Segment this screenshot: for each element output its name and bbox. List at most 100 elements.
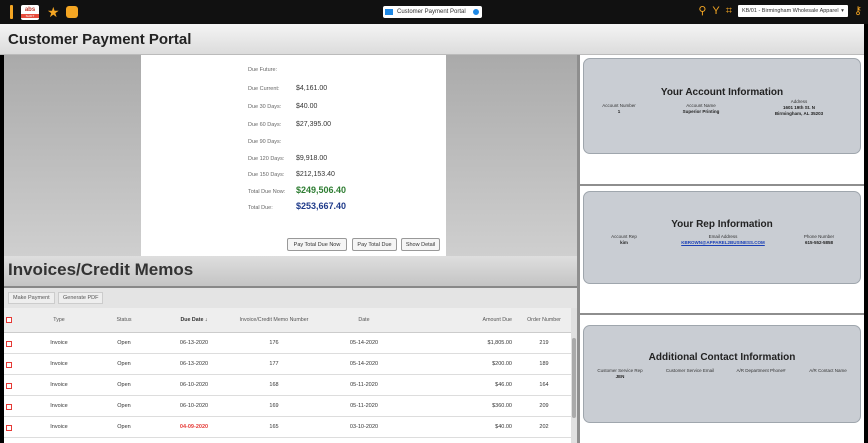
- select-all-checkbox[interactable]: [6, 317, 12, 323]
- top-bar: abs SHIFT ★ Customer Payment Portal ⚲ Y …: [0, 0, 868, 24]
- show-detail-button[interactable]: Show Detail: [401, 238, 440, 251]
- cell-status: Open: [117, 403, 131, 409]
- cell-type: Invoice: [50, 340, 68, 346]
- cell-date: 05-11-2020: [350, 403, 378, 409]
- due-row: Due 90 Days:: [248, 139, 296, 145]
- table-row[interactable]: Invoice Open 04-09-2020 165 03-10-2020 $…: [4, 418, 571, 438]
- cell-date: 05-14-2020: [349, 340, 379, 346]
- invoices-header: Invoices/Credit Memos: [4, 256, 577, 288]
- divider: [580, 313, 867, 315]
- due-label: Due 90 Days:: [248, 139, 282, 145]
- title-bar: Customer Payment Portal: [0, 24, 868, 55]
- row-checkbox[interactable]: [6, 361, 12, 368]
- cell-date: 05-11-2020: [350, 382, 378, 388]
- due-label: Due Current:: [248, 86, 280, 92]
- table-row[interactable]: Invoice Open 06-10-2020 169 05-11-2020 $…: [4, 397, 571, 417]
- rep-email-link[interactable]: KBROWN@APPAREL2BUSINESS.COM: [668, 240, 778, 246]
- search-icon[interactable]: ⚲: [698, 4, 706, 18]
- window-edge: [864, 24, 868, 443]
- pay-total-due-button[interactable]: Pay Total Due: [352, 238, 397, 251]
- address-line2: Birmingham, AL 35203: [774, 111, 824, 116]
- rep-info-panel: Your Rep Information Account Rep kim Ema…: [583, 191, 861, 284]
- make-payment-button[interactable]: Make Payment: [8, 292, 55, 304]
- cell-date: 05-14-2020: [349, 361, 379, 367]
- cell-due-date: 06-10-2020: [179, 382, 209, 388]
- settings-gear-icon[interactable]: [471, 8, 480, 16]
- account-info-panel: Your Account Information Account Number …: [583, 58, 861, 154]
- account-name-value: Superior Printing: [682, 109, 720, 114]
- account-name: Account Name Superior Printing: [666, 103, 736, 115]
- column-header-date[interactable]: Date: [314, 308, 414, 332]
- cell-type: Invoice: [50, 403, 68, 409]
- logo-subtext: SHIFT: [21, 13, 39, 18]
- menu-icon[interactable]: [10, 5, 13, 19]
- column-header-status[interactable]: Status: [94, 308, 154, 332]
- due-row-total-now: Total Due Now: $249,506.40: [248, 185, 346, 195]
- due-label: Due 30 Days:: [248, 104, 282, 110]
- account-info-title: Your Account Information: [660, 87, 784, 98]
- row-checkbox[interactable]: [6, 382, 12, 389]
- scrollbar-thumb[interactable]: [572, 338, 576, 418]
- column-header-invoice-number[interactable]: Invoice/Credit Memo Number: [234, 308, 314, 332]
- total-due-now-value: $249,506.40: [296, 185, 347, 195]
- favorites-star-icon[interactable]: ★: [47, 5, 60, 19]
- key-icon[interactable]: ⚷: [854, 4, 862, 18]
- cell-order-number: 189: [539, 361, 549, 367]
- generate-pdf-button[interactable]: Generate PDF: [58, 292, 104, 304]
- contact-service-email: Customer Service Email: [658, 368, 722, 374]
- due-value: $4,161.00: [296, 85, 328, 92]
- sitemap-icon[interactable]: ⌗: [726, 4, 732, 18]
- company-select[interactable]: KB/01 - Birmingham Wholesale Apparel ▾: [737, 5, 848, 17]
- due-row: Due 60 Days: $27,395.00: [248, 121, 331, 128]
- portal-tab[interactable]: Customer Payment Portal: [383, 6, 482, 18]
- row-checkbox[interactable]: [6, 403, 12, 410]
- summary-card: Due Future: Due Current: $4,161.00 Due 3…: [141, 55, 446, 256]
- cell-order-number: 202: [539, 424, 549, 430]
- due-row: Due 120 Days: $9,918.00: [248, 155, 327, 162]
- row-checkbox[interactable]: [6, 340, 12, 347]
- due-value: $40.00: [296, 103, 318, 110]
- column-header-type[interactable]: Type: [24, 308, 94, 332]
- app-logo[interactable]: abs SHIFT: [21, 4, 39, 20]
- invoices-table: Type Status Due Date ↓ Invoice/Credit Me…: [4, 308, 571, 443]
- contact-ar-phone: A/R Department Phone#: [728, 368, 794, 374]
- column-header-due-date[interactable]: Due Date ↓: [154, 308, 234, 332]
- table-row[interactable]: Invoice Open 06-13-2020 176 05-14-2020 $…: [4, 334, 571, 354]
- logo-text: abs: [24, 6, 36, 13]
- due-value: $27,395.00: [296, 121, 332, 128]
- row-checkbox[interactable]: [6, 424, 12, 431]
- cell-order-number: 219: [539, 340, 549, 346]
- cell-invoice-number: 169: [269, 403, 279, 409]
- chevron-down-icon: ▾: [841, 8, 844, 14]
- due-label: Due 150 Days:: [248, 172, 285, 178]
- contact-ar-name: A/R Contact Name: [798, 368, 858, 374]
- cell-status: Open: [117, 424, 131, 430]
- home-icon[interactable]: [65, 6, 78, 18]
- due-row: Due Current: $4,161.00: [248, 85, 327, 92]
- table-row[interactable]: Invoice Open 06-10-2020 168 05-11-2020 $…: [4, 376, 571, 396]
- invoices-title: Invoices/Credit Memos: [8, 260, 194, 279]
- column-header-amount-due[interactable]: Amount Due: [414, 308, 524, 332]
- cell-invoice-number: 165: [269, 424, 279, 430]
- cell-due-date-overdue: 04-09-2020: [179, 424, 209, 430]
- cell-amount-due: $46.00: [495, 382, 512, 388]
- cell-amount-due: $200.00: [492, 361, 512, 367]
- portal-tab-label: Customer Payment Portal: [397, 9, 466, 15]
- invoices-toolbar: Make Payment Generate PDF: [4, 288, 577, 308]
- pay-total-due-now-button[interactable]: Pay Total Due Now: [287, 238, 347, 251]
- cell-status: Open: [117, 361, 131, 367]
- due-value: $212,153.40: [296, 171, 335, 178]
- cell-due-date: 06-13-2020: [179, 361, 209, 367]
- cell-type: Invoice: [50, 382, 68, 388]
- account-rep: Account Rep kim: [594, 234, 654, 246]
- rep-phone-value: 615-552-5858: [804, 240, 834, 245]
- rep-phone: Phone Number 615-552-5858: [784, 234, 854, 246]
- cell-due-date: 06-10-2020: [179, 403, 209, 409]
- table-row[interactable]: Invoice Open 06-13-2020 177 05-14-2020 $…: [4, 355, 571, 375]
- contact-value: JEN: [615, 374, 625, 379]
- rep-email: Email Address KBROWN@APPAREL2BUSINESS.CO…: [668, 234, 778, 246]
- filter-icon[interactable]: Y: [712, 4, 719, 18]
- column-header-order-number[interactable]: Order Number: [524, 308, 564, 332]
- due-value: $9,918.00: [296, 155, 328, 162]
- account-rep-value: kim: [620, 240, 628, 245]
